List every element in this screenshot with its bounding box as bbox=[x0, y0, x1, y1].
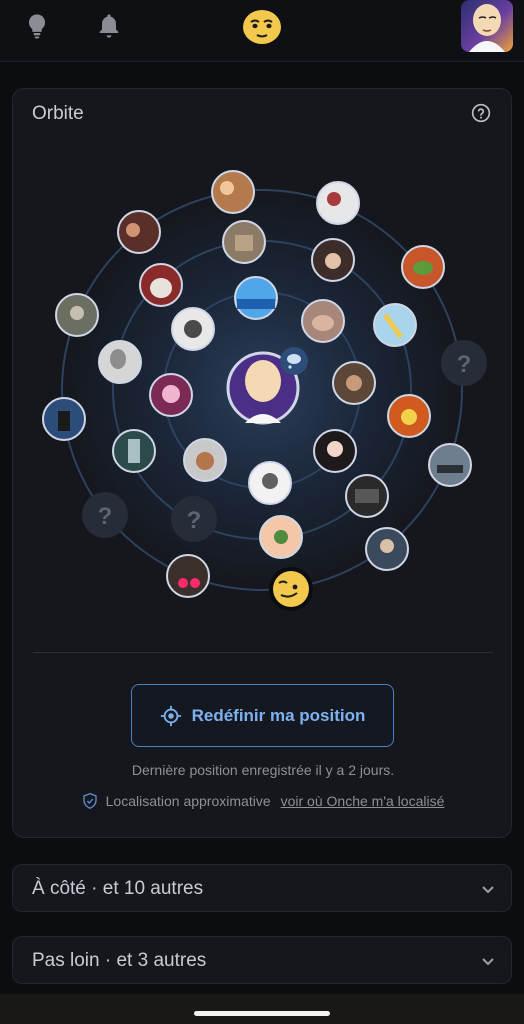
view-location-link[interactable]: voir où Onche m'a localisé bbox=[281, 793, 445, 809]
bell-icon[interactable] bbox=[95, 12, 123, 40]
top-bar bbox=[0, 0, 524, 62]
user-avatar[interactable] bbox=[461, 0, 513, 52]
orbit-user-avatar[interactable] bbox=[55, 293, 99, 337]
orbit-user-avatar[interactable] bbox=[316, 181, 360, 225]
orbit-user-avatar[interactable] bbox=[373, 303, 417, 347]
orbit-user-avatar[interactable] bbox=[42, 397, 86, 441]
onche-logo-avatar[interactable] bbox=[269, 567, 313, 611]
orbit-user-avatar[interactable] bbox=[98, 340, 142, 384]
orbit-card: Orbite ? ? ? Redéfinir ma position Derni… bbox=[12, 88, 512, 838]
unknown-user-placeholder[interactable]: ? bbox=[82, 492, 128, 538]
orbit-user-avatar[interactable] bbox=[387, 394, 431, 438]
last-position-text: Dernière position enregistrée il y a 2 j… bbox=[131, 762, 395, 778]
chevron-down-icon bbox=[482, 886, 494, 894]
orbit-user-avatar[interactable] bbox=[311, 238, 355, 282]
card-divider bbox=[33, 652, 493, 653]
home-indicator[interactable] bbox=[194, 1011, 330, 1016]
approx-location-line: Localisation approximative voir où Onche… bbox=[13, 792, 513, 810]
orbit-user-avatar[interactable] bbox=[365, 527, 409, 571]
orbit-user-avatar[interactable] bbox=[234, 276, 278, 320]
orbit-user-avatar[interactable] bbox=[259, 515, 303, 559]
unknown-user-placeholder[interactable]: ? bbox=[441, 340, 487, 386]
orbit-user-avatar[interactable] bbox=[301, 299, 345, 343]
reset-position-label: Redéfinir ma position bbox=[191, 705, 366, 725]
orbit-user-avatar[interactable] bbox=[149, 373, 193, 417]
orbit-user-avatar[interactable] bbox=[171, 307, 215, 351]
approx-location-text: Localisation approximative bbox=[105, 793, 271, 809]
crosshair-icon bbox=[160, 705, 181, 726]
orbit-user-avatar[interactable] bbox=[345, 474, 389, 518]
orbit-user-avatar[interactable] bbox=[222, 220, 266, 264]
section-nearby-label: À côté · et 10 autres bbox=[32, 878, 204, 899]
orbit-user-avatar[interactable] bbox=[112, 429, 156, 473]
orbit-user-avatar[interactable] bbox=[248, 461, 292, 505]
svg-text:?: ? bbox=[457, 351, 472, 378]
chevron-down-icon bbox=[482, 958, 494, 966]
bottom-strip bbox=[0, 994, 524, 1024]
speech-bubble-icon bbox=[280, 347, 308, 375]
shield-check-icon bbox=[82, 792, 97, 810]
reset-position-button[interactable]: Redéfinir ma position bbox=[131, 684, 394, 747]
lightbulb-icon[interactable] bbox=[23, 12, 51, 40]
orbit-user-avatar[interactable] bbox=[166, 554, 210, 598]
svg-text:?: ? bbox=[98, 503, 113, 530]
orbit-user-avatar[interactable] bbox=[139, 263, 183, 307]
orbit-map: ? ? ? bbox=[42, 170, 487, 611]
section-not-far[interactable]: Pas loin · et 3 autres bbox=[12, 936, 512, 984]
orbit-user-avatar[interactable] bbox=[117, 210, 161, 254]
orbit-user-avatar[interactable] bbox=[313, 429, 357, 473]
unknown-user-placeholder[interactable]: ? bbox=[171, 496, 217, 542]
section-nearby[interactable]: À côté · et 10 autres bbox=[12, 864, 512, 912]
orbit-user-avatar[interactable] bbox=[183, 438, 227, 482]
orbit-user-avatar[interactable] bbox=[428, 443, 472, 487]
orbit-user-avatar[interactable] bbox=[401, 245, 445, 289]
orbit-user-avatar[interactable] bbox=[332, 361, 376, 405]
svg-text:?: ? bbox=[187, 507, 202, 534]
orbit-user-avatar[interactable] bbox=[211, 170, 255, 214]
section-not-far-label: Pas loin · et 3 autres bbox=[32, 950, 207, 971]
onche-logo-icon[interactable] bbox=[242, 8, 282, 46]
